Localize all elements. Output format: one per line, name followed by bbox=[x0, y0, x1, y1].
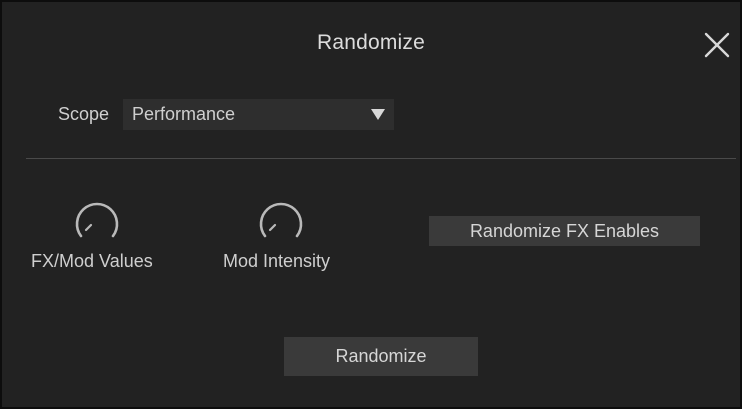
divider bbox=[26, 158, 736, 159]
fx-mod-values-knob-icon[interactable] bbox=[68, 193, 126, 243]
randomize-fx-enables-button[interactable]: Randomize FX Enables bbox=[429, 216, 700, 246]
scope-label: Scope bbox=[58, 104, 110, 124]
randomize-button[interactable]: Randomize bbox=[284, 337, 478, 376]
randomize-dialog: Randomize Scope Performance FX/Mod Value… bbox=[0, 0, 742, 409]
scope-dropdown[interactable]: Performance bbox=[123, 99, 394, 130]
mod-intensity-label: Mod Intensity bbox=[223, 251, 331, 271]
triangle-down-icon bbox=[371, 109, 385, 120]
dialog-title: Randomize bbox=[316, 31, 426, 54]
fx-mod-values-label: FX/Mod Values bbox=[31, 251, 153, 271]
scope-selected-value: Performance bbox=[132, 104, 236, 124]
mod-intensity-knob-icon[interactable] bbox=[252, 193, 310, 243]
close-icon[interactable] bbox=[704, 32, 730, 58]
